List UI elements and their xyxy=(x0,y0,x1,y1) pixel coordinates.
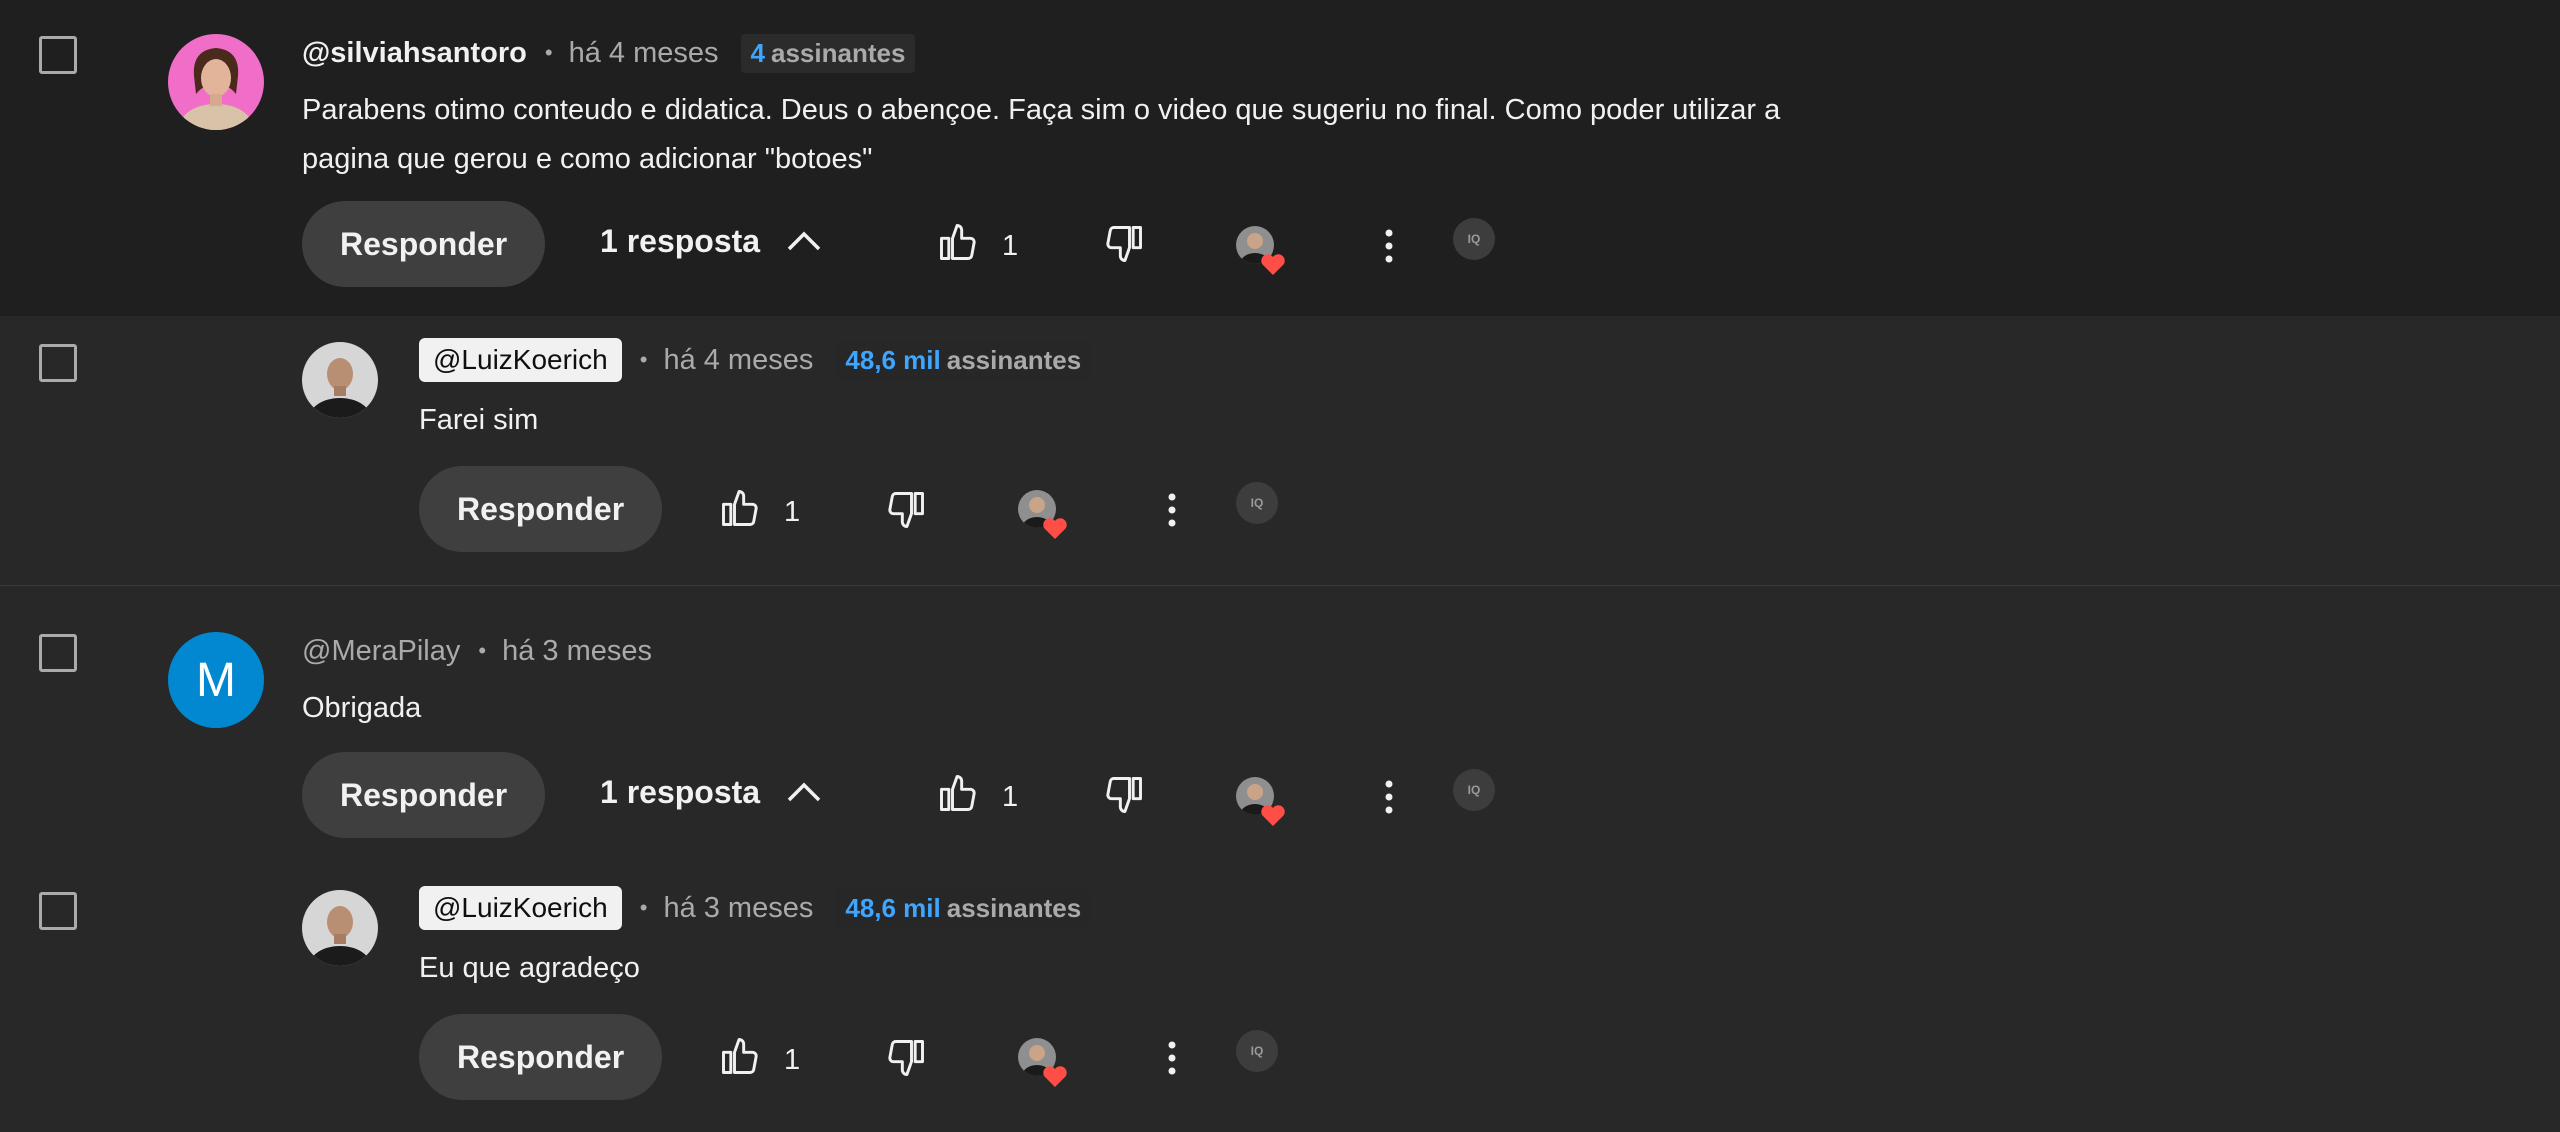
iq-extension-icon[interactable]: IQ xyxy=(1453,218,1495,260)
more-vert-icon[interactable] xyxy=(1372,777,1406,817)
comment-text: Parabens otimo conteudo e didatica. Deus… xyxy=(302,86,1780,184)
thumbs-down-icon xyxy=(884,488,928,537)
comment-header: @silviahsantoro • há 4 meses 4 assinantes xyxy=(302,33,916,73)
comment-text-line: pagina que gerou e como adicionar "botoe… xyxy=(302,143,873,175)
thumbs-up-icon xyxy=(718,486,762,538)
avatar[interactable] xyxy=(302,890,378,966)
comment-time[interactable]: há 4 meses xyxy=(663,344,813,377)
thumbs-down-icon xyxy=(1102,773,1146,822)
subscriber-badge: 48,6 mil assinantes xyxy=(835,888,1092,928)
avatar[interactable]: M xyxy=(168,632,264,728)
comment-text: Obrigada xyxy=(302,692,422,724)
checkbox-icon[interactable] xyxy=(39,892,77,930)
more-vert-icon[interactable] xyxy=(1155,490,1189,530)
reply-button[interactable]: Responder xyxy=(302,201,546,287)
thumbs-down-icon xyxy=(1102,222,1146,271)
creator-heart-icon xyxy=(1018,490,1068,540)
like-button[interactable]: 1 xyxy=(718,486,800,538)
dislike-button[interactable] xyxy=(884,488,928,537)
subscriber-badge: 48,6 mil assinantes xyxy=(835,340,1092,380)
replies-count: 1 resposta xyxy=(600,223,761,259)
like-button[interactable]: 1 xyxy=(718,1034,800,1086)
subscriber-count: 48,6 mil xyxy=(845,892,941,923)
comment-thread: M @MeraPilay • há 3 meses Obrigada Respo… xyxy=(0,586,2560,1132)
subscriber-label: assinantes xyxy=(771,37,906,68)
separator-dot: • xyxy=(639,347,648,372)
like-button[interactable]: 1 xyxy=(936,771,1018,823)
subscriber-count: 48,6 mil xyxy=(845,344,941,375)
like-count: 1 xyxy=(784,1043,801,1076)
iq-extension-icon[interactable]: IQ xyxy=(1236,482,1278,524)
channel-owner-badge[interactable]: @LuizKoerich xyxy=(419,886,622,930)
subscriber-badge: 4 assinantes xyxy=(740,33,916,73)
iq-extension-icon[interactable]: IQ xyxy=(1453,769,1495,811)
subscriber-count: 4 xyxy=(750,37,765,68)
reply-button[interactable]: Responder xyxy=(419,466,663,552)
comment-header: @MeraPilay • há 3 meses xyxy=(302,632,652,670)
chevron-up-icon xyxy=(786,223,822,260)
chevron-up-icon xyxy=(786,774,822,811)
avatar[interactable] xyxy=(302,342,378,418)
checkbox-icon[interactable] xyxy=(39,634,77,672)
thumbs-down-icon xyxy=(884,1036,928,1085)
creator-heart-icon xyxy=(1018,1038,1068,1088)
like-count: 1 xyxy=(784,495,801,528)
comment-text: Eu que agradeço xyxy=(419,952,640,984)
reply-button[interactable]: Responder xyxy=(302,752,546,838)
creator-heart-icon xyxy=(1236,226,1286,276)
subscriber-label: assinantes xyxy=(946,344,1082,375)
checkbox-icon[interactable] xyxy=(39,36,77,74)
reply-thread: @LuizKoerich • há 4 meses 48,6 mil assina… xyxy=(0,316,2560,586)
creator-heart-icon xyxy=(1236,777,1286,827)
like-button[interactable]: 1 xyxy=(936,220,1018,272)
thumbs-up-icon xyxy=(718,1034,762,1086)
comment-header: @LuizKoerich • há 3 meses 48,6 mil assina… xyxy=(419,884,1092,932)
comment-author[interactable]: @MeraPilay xyxy=(302,635,460,668)
dislike-button[interactable] xyxy=(884,1036,928,1085)
reply-button[interactable]: Responder xyxy=(419,1014,663,1100)
separator-dot: • xyxy=(478,638,487,663)
comment-time[interactable]: há 4 meses xyxy=(569,37,719,70)
like-count: 1 xyxy=(1002,229,1019,262)
comment-header: @LuizKoerich • há 4 meses 48,6 mil assina… xyxy=(419,336,1092,384)
more-vert-icon[interactable] xyxy=(1372,226,1406,266)
comment-author[interactable]: @silviahsantoro xyxy=(302,37,527,70)
avatar[interactable] xyxy=(168,34,264,130)
comment-thread: @silviahsantoro • há 4 meses 4 assinantes… xyxy=(0,0,2560,316)
thumbs-up-icon xyxy=(936,771,980,823)
comment-text-line: Parabens otimo conteudo e didatica. Deus… xyxy=(302,94,1781,126)
comment-time[interactable]: há 3 meses xyxy=(502,635,652,668)
replies-toggle[interactable]: 1 resposta xyxy=(600,223,822,260)
separator-dot: • xyxy=(544,40,553,65)
comment-text: Farei sim xyxy=(419,404,539,436)
replies-count: 1 resposta xyxy=(600,774,761,810)
iq-extension-icon[interactable]: IQ xyxy=(1236,1030,1278,1072)
replies-toggle[interactable]: 1 resposta xyxy=(600,774,822,811)
separator-dot: • xyxy=(639,895,648,920)
comment-time[interactable]: há 3 meses xyxy=(663,892,813,925)
dislike-button[interactable] xyxy=(1102,773,1146,822)
channel-owner-badge[interactable]: @LuizKoerich xyxy=(419,338,622,382)
subscriber-label: assinantes xyxy=(946,892,1082,923)
checkbox-icon[interactable] xyxy=(39,344,77,382)
thumbs-up-icon xyxy=(936,220,980,272)
like-count: 1 xyxy=(1002,780,1019,813)
dislike-button[interactable] xyxy=(1102,222,1146,271)
more-vert-icon[interactable] xyxy=(1155,1038,1189,1078)
